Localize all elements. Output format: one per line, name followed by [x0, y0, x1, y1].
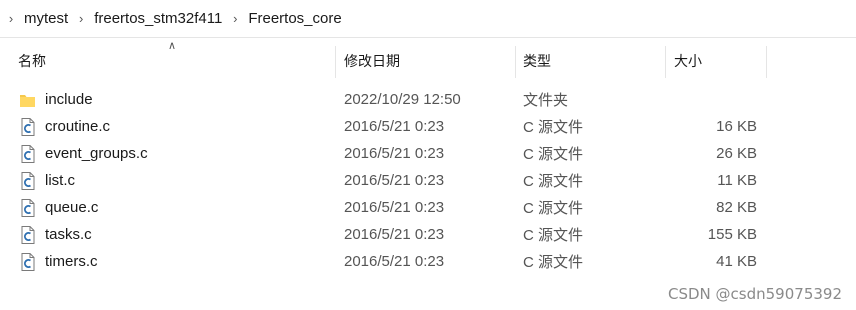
- c-file-icon: [21, 252, 35, 271]
- breadcrumb: › mytest › freertos_stm32f411 › Freertos…: [0, 0, 856, 36]
- c-file-icon: [21, 171, 35, 190]
- file-name-cell: include: [18, 86, 93, 113]
- watermark: CSDN @csdn59075392: [668, 285, 842, 303]
- file-date: 2016/5/21 0:23: [344, 118, 445, 135]
- file-name: queue.c: [45, 199, 99, 216]
- breadcrumb-divider: [0, 37, 856, 38]
- c-file-icon: [21, 144, 35, 163]
- column-divider[interactable]: [766, 46, 767, 78]
- breadcrumb-item-freertos-core[interactable]: Freertos_core: [244, 10, 345, 27]
- file-size: 26 KB: [716, 145, 757, 162]
- file-row[interactable]: queue.c 2016/5/21 0:23 C 源文件 82 KB: [0, 194, 856, 221]
- file-type: 文件夹: [523, 92, 569, 109]
- file-name: croutine.c: [45, 118, 111, 135]
- file-row[interactable]: timers.c 2016/5/21 0:23 C 源文件 41 KB: [0, 248, 856, 275]
- column-header-name-label: 名称: [18, 53, 46, 69]
- file-type: C 源文件: [523, 119, 584, 136]
- column-header-date-label: 修改日期: [344, 53, 400, 69]
- file-date: 2016/5/21 0:23: [344, 145, 445, 162]
- column-header-size[interactable]: 大小: [666, 42, 767, 80]
- file-name: list.c: [45, 172, 75, 189]
- file-row[interactable]: event_groups.c 2016/5/21 0:23 C 源文件 26 K…: [0, 140, 856, 167]
- file-size: 41 KB: [716, 253, 757, 270]
- file-name: include: [45, 91, 93, 108]
- chevron-right-icon[interactable]: ›: [226, 12, 244, 25]
- file-type: C 源文件: [523, 227, 584, 244]
- column-header-row: ∧ 名称 修改日期 类型 大小: [0, 40, 856, 80]
- file-row[interactable]: include 2022/10/29 12:50 文件夹: [0, 86, 856, 113]
- file-size: 16 KB: [716, 118, 757, 135]
- file-name-cell: timers.c: [18, 248, 98, 275]
- file-date: 2016/5/21 0:23: [344, 172, 445, 189]
- file-name: event_groups.c: [45, 145, 148, 162]
- file-date: 2016/5/21 0:23: [344, 253, 445, 270]
- file-size: [660, 86, 757, 113]
- file-row[interactable]: croutine.c 2016/5/21 0:23 C 源文件 16 KB: [0, 113, 856, 140]
- c-file-icon: [21, 198, 35, 217]
- c-file-icon: [21, 117, 35, 136]
- file-type: C 源文件: [523, 146, 584, 163]
- file-type: C 源文件: [523, 173, 584, 190]
- file-date: 2016/5/21 0:23: [344, 199, 445, 216]
- file-name: timers.c: [45, 253, 98, 270]
- sort-ascending-icon: ∧: [168, 40, 177, 52]
- column-header-date[interactable]: 修改日期: [336, 42, 516, 80]
- c-file-icon: [21, 225, 35, 244]
- column-header-name[interactable]: ∧ 名称: [0, 40, 336, 80]
- file-row[interactable]: tasks.c 2016/5/21 0:23 C 源文件 155 KB: [0, 221, 856, 248]
- file-name-cell: event_groups.c: [18, 140, 148, 167]
- chevron-right-icon[interactable]: ›: [72, 12, 90, 25]
- file-date: 2022/10/29 12:50: [344, 91, 461, 108]
- file-name-cell: queue.c: [18, 194, 98, 221]
- folder-icon: [20, 94, 35, 107]
- file-name-cell: croutine.c: [18, 113, 110, 140]
- column-header-type-label: 类型: [523, 53, 551, 69]
- file-list: include 2022/10/29 12:50 文件夹 croutine.c …: [0, 86, 856, 275]
- file-name: tasks.c: [45, 226, 92, 243]
- column-header-size-label: 大小: [674, 53, 702, 69]
- file-size: 11 KB: [717, 172, 757, 189]
- file-size: 82 KB: [716, 199, 757, 216]
- file-type: C 源文件: [523, 200, 584, 217]
- breadcrumb-item-mytest[interactable]: mytest: [20, 10, 72, 27]
- file-name-cell: tasks.c: [18, 221, 92, 248]
- file-name-cell: list.c: [18, 167, 75, 194]
- column-header-type[interactable]: 类型: [516, 42, 666, 80]
- file-row[interactable]: list.c 2016/5/21 0:23 C 源文件 11 KB: [0, 167, 856, 194]
- chevron-right-icon[interactable]: ›: [2, 12, 20, 25]
- file-type: C 源文件: [523, 254, 584, 271]
- breadcrumb-item-freertos-stm32f411[interactable]: freertos_stm32f411: [90, 10, 226, 27]
- file-date: 2016/5/21 0:23: [344, 226, 445, 243]
- file-size: 155 KB: [707, 226, 757, 243]
